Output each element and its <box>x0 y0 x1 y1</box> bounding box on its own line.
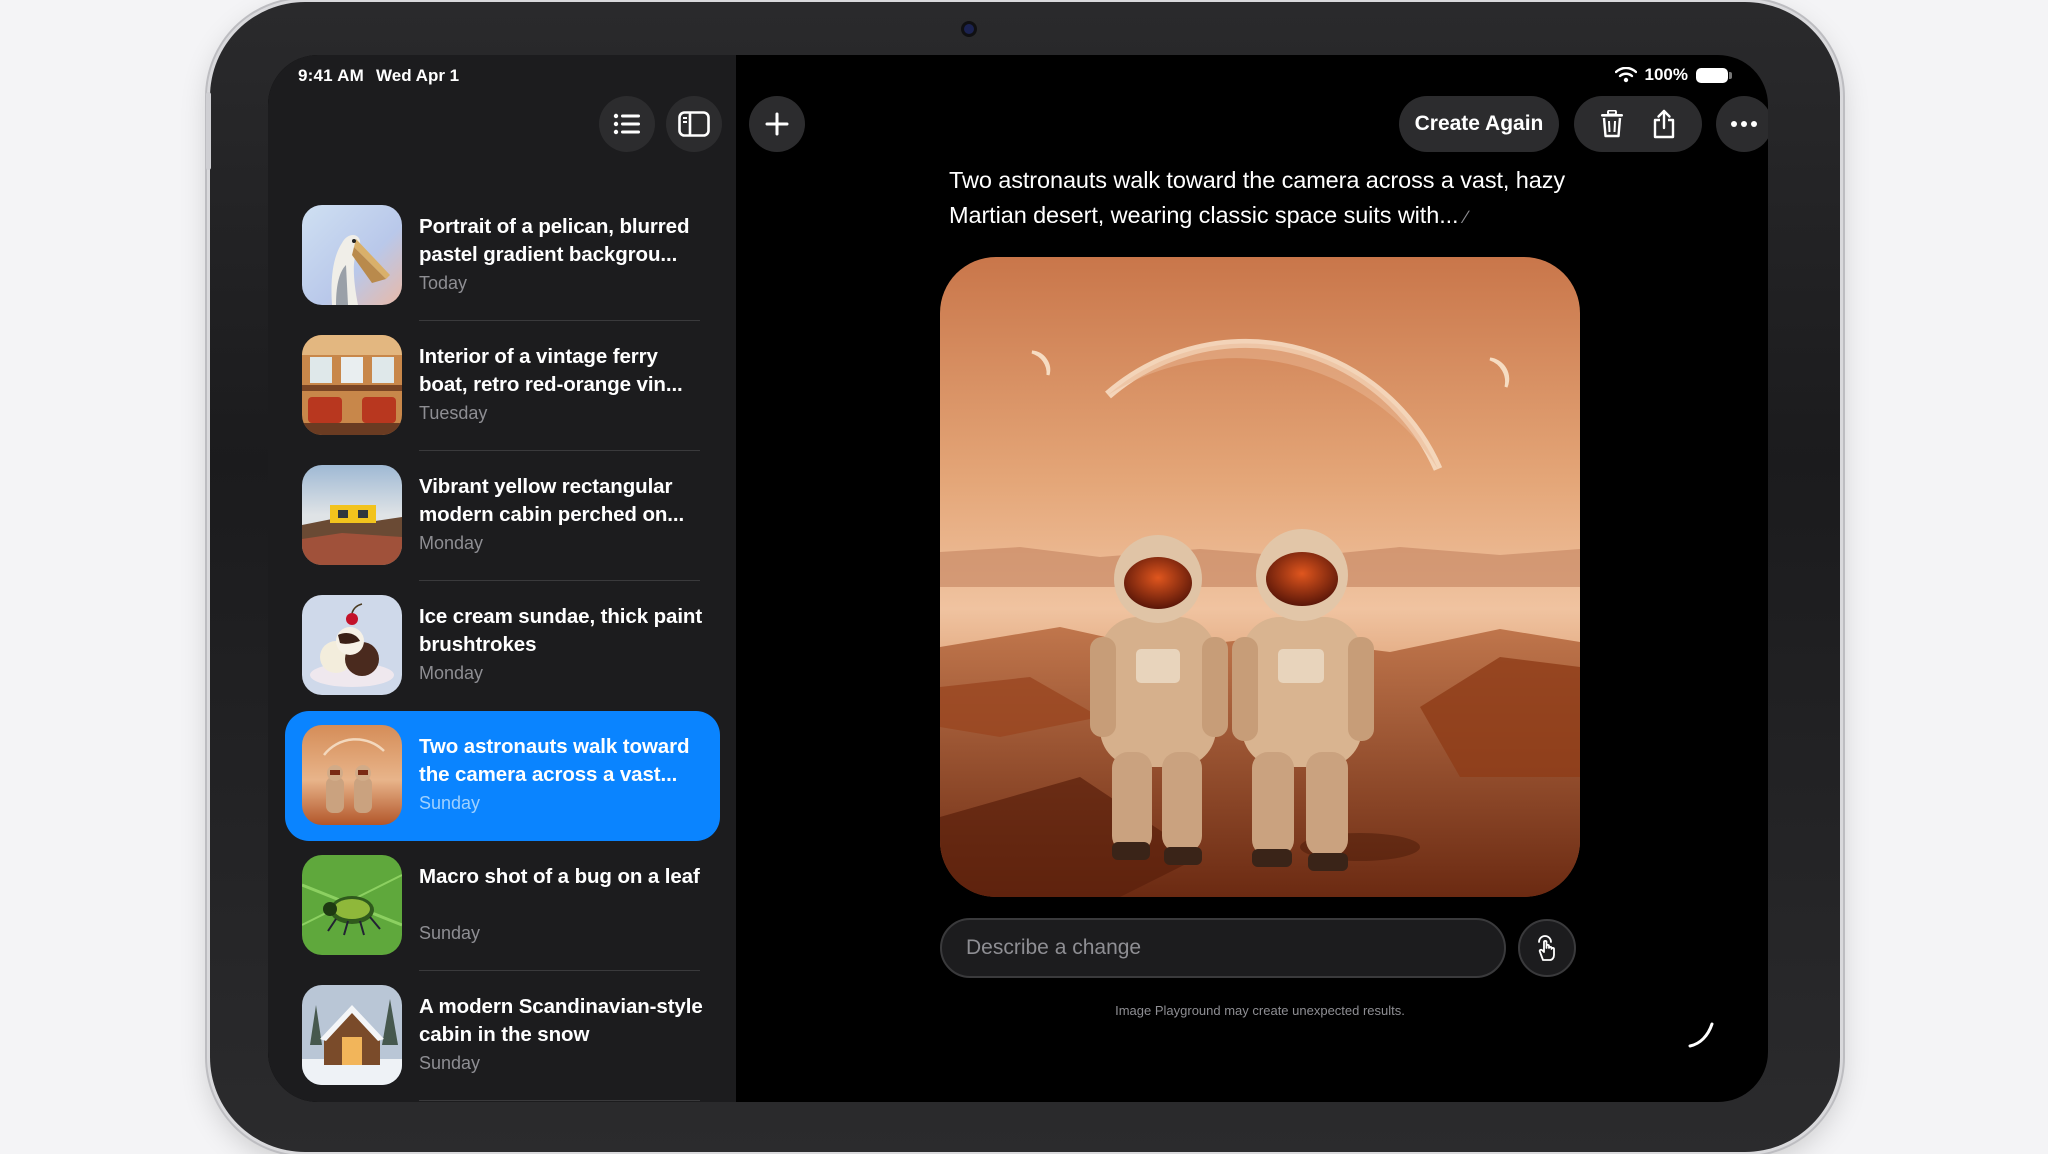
item-title: Vibrant yellow rectangular modern cabin … <box>419 475 685 526</box>
generated-image <box>940 257 1580 897</box>
item-title: Portrait of a pelican, blurred pastel gr… <box>419 215 690 266</box>
item-date: Sunday <box>419 923 481 943</box>
item-title: Macro shot of a bug on a leaf <box>419 865 700 888</box>
status-date: Wed Apr 1 <box>376 66 460 85</box>
ellipsis-icon <box>1731 121 1757 127</box>
yellow-cabin-thumbnail <box>302 465 402 565</box>
disclaimer-text: Image Playground may create unexpected r… <box>1115 1003 1405 1018</box>
share-icon[interactable] <box>1652 109 1676 139</box>
screen: 9:41 AM Wed Apr 1 Portrait of a pelican,… <box>268 55 1768 1102</box>
snow-cabin-thumbnail <box>302 985 402 1085</box>
pelican-thumbnail <box>302 205 402 305</box>
item-date: Sunday <box>419 1053 481 1073</box>
more-options-button[interactable] <box>1716 96 1768 152</box>
sidebar-toggle-button[interactable] <box>666 96 722 152</box>
list-item[interactable]: Portrait of a pelican, blurred pastel gr… <box>285 191 720 321</box>
plus-icon <box>765 112 789 136</box>
sidebar-icon <box>678 111 710 137</box>
trash-icon[interactable] <box>1600 110 1624 138</box>
item-title: A modern Scandinavian-style cabin in the… <box>419 995 703 1046</box>
status-indicators: 100% <box>1614 65 1732 85</box>
list-item[interactable]: Vibrant yellow rectangular modern cabin … <box>285 451 720 581</box>
list-icon <box>613 113 640 135</box>
list-item[interactable]: Interior of a vintage ferry boat, retro … <box>285 321 720 451</box>
item-date: Monday <box>419 533 484 553</box>
astronauts-thumbnail <box>302 725 402 825</box>
bug-thumbnail <box>302 855 402 955</box>
list-view-button[interactable] <box>599 96 655 152</box>
battery-percent: 100% <box>1644 65 1688 84</box>
prompt-text-container[interactable]: Two astronauts walk toward the camera ac… <box>949 163 1589 235</box>
item-title: Two astronauts walk toward the camera ac… <box>419 735 690 786</box>
image-history-list: Portrait of a pelican, blurred pastel gr… <box>285 191 720 1101</box>
battery-icon <box>1696 67 1732 83</box>
side-button <box>206 92 211 170</box>
pencil-mark-icon <box>1688 1022 1714 1048</box>
list-item[interactable]: Ice cream sundae, thick paint brushtroke… <box>285 581 720 711</box>
list-item-selected[interactable]: Two astronauts walk toward the camera ac… <box>285 711 720 841</box>
item-date: Monday <box>419 663 484 683</box>
item-date: Sunday <box>419 793 481 813</box>
hand-tap-icon <box>1538 935 1555 961</box>
sundae-thumbnail <box>302 595 402 695</box>
item-title: Interior of a vintage ferry boat, retro … <box>419 345 683 396</box>
item-date: Today <box>419 273 468 293</box>
list-item[interactable]: Macro shot of a bug on a leaf Sunday <box>285 841 720 971</box>
list-item[interactable]: A modern Scandinavian-style cabin in the… <box>285 971 720 1101</box>
describe-change-input[interactable] <box>940 918 1506 978</box>
new-image-button[interactable] <box>749 96 805 152</box>
create-again-button[interactable]: Create Again <box>1399 96 1559 152</box>
front-camera <box>964 24 974 34</box>
sidebar: 9:41 AM Wed Apr 1 Portrait of a pelican,… <box>268 55 736 1102</box>
item-title: Ice cream sundae, thick paint brushtroke… <box>419 605 703 656</box>
status-time: 9:41 AM <box>298 66 364 85</box>
edit-pencil-icon[interactable]: ∕ <box>1465 207 1468 227</box>
action-group <box>1574 96 1702 152</box>
touch-select-button[interactable] <box>1518 919 1576 977</box>
divider <box>419 1100 700 1101</box>
wifi-icon <box>1614 67 1637 83</box>
ferry-thumbnail <box>302 335 402 435</box>
item-date: Tuesday <box>419 403 488 423</box>
prompt-text: Two astronauts walk toward the camera ac… <box>949 167 1566 228</box>
